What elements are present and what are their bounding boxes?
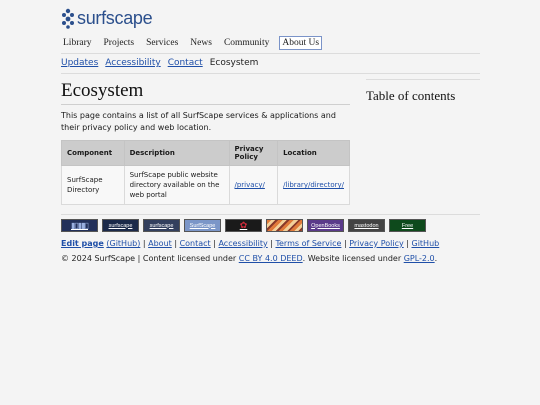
city-badge[interactable]: ▮▯▮▮▯ bbox=[61, 219, 98, 232]
header-description: Description bbox=[123, 140, 230, 166]
footer-github[interactable]: GitHub bbox=[412, 239, 440, 248]
cell-description: SurfScape public website directory avail… bbox=[123, 165, 230, 205]
header-privacy-policy: Privacy Policy bbox=[228, 140, 279, 166]
subnav-accessibility[interactable]: Accessibility bbox=[105, 58, 160, 68]
table-header-row: Component Description Privacy Policy Loc… bbox=[61, 140, 350, 166]
surfscape-badge-2[interactable]: surfscape bbox=[143, 219, 180, 232]
header-divider bbox=[61, 53, 480, 54]
subnav-current: Ecosystem bbox=[209, 58, 259, 68]
nav-projects[interactable]: Projects bbox=[102, 36, 137, 50]
logo-icon bbox=[62, 8, 74, 29]
nav-services[interactable]: Services bbox=[144, 36, 180, 50]
main-nav: Library Projects Services News Community… bbox=[61, 36, 330, 50]
gpl-license-link[interactable]: GPL-2.0 bbox=[404, 254, 435, 263]
nav-about-us[interactable]: About Us bbox=[279, 36, 323, 50]
flower-badge[interactable]: ✿ bbox=[225, 219, 262, 232]
page-title: Ecosystem bbox=[61, 80, 144, 101]
cell-location: /library/directory/ bbox=[277, 165, 350, 205]
subnav-contact[interactable]: Contact bbox=[168, 58, 203, 68]
footer-links: Edit page (GitHub) | About | Contact | A… bbox=[61, 239, 440, 248]
mastodon-badge[interactable]: mastodon bbox=[348, 219, 385, 232]
location-link[interactable]: /library/directory/ bbox=[283, 181, 344, 189]
subnav-updates[interactable]: Updates bbox=[61, 58, 98, 68]
nav-news[interactable]: News bbox=[188, 36, 214, 50]
badge-label: mastodon bbox=[354, 222, 379, 229]
badge-label: SurfScape bbox=[189, 222, 216, 229]
footer-contact[interactable]: Contact bbox=[180, 239, 211, 248]
toc-title: Table of contents bbox=[366, 88, 456, 103]
copy-prefix: © 2024 SurfScape | Content licensed unde… bbox=[61, 254, 239, 263]
surfscape-badge-1[interactable]: surfscape bbox=[102, 219, 139, 232]
nav-community[interactable]: Community bbox=[222, 36, 271, 50]
openbooks-badge[interactable]: OpenBooks bbox=[307, 219, 344, 232]
copy-middle: . Website licensed under bbox=[302, 254, 404, 263]
sub-nav: Updates Accessibility Contact Ecosystem bbox=[61, 58, 258, 68]
edit-page-link[interactable]: Edit page bbox=[61, 239, 104, 248]
badge-label: surfscape bbox=[108, 222, 133, 229]
services-table: Component Description Privacy Policy Loc… bbox=[61, 140, 350, 205]
footer-privacy[interactable]: Privacy Policy bbox=[349, 239, 404, 248]
badge-label: surfscape bbox=[149, 222, 174, 229]
flower-icon: ✿ bbox=[239, 220, 248, 230]
table-row: SurfScape Directory SurfScape public web… bbox=[61, 165, 350, 205]
stripes-badge[interactable] bbox=[266, 219, 303, 232]
site-logo[interactable]: surfscape bbox=[61, 6, 153, 30]
title-divider bbox=[61, 104, 350, 105]
surfscape-badge-3[interactable]: SurfScape bbox=[184, 219, 221, 232]
edit-github-link[interactable]: (GitHub) bbox=[106, 239, 140, 248]
cc-license-link[interactable]: CC BY 4.0 DEED bbox=[239, 254, 303, 263]
footer-about[interactable]: About bbox=[148, 239, 172, 248]
footer-accessibility[interactable]: Accessibility bbox=[218, 239, 267, 248]
intro-text: This page contains a list of all SurfSca… bbox=[61, 111, 336, 132]
badge-row: ▮▯▮▮▯ surfscape surfscape SurfScape ✿ OpenBoo… bbox=[61, 219, 430, 232]
badge-label: Free bbox=[401, 222, 414, 229]
free-badge[interactable]: Free bbox=[389, 219, 426, 232]
cell-component: SurfScape Directory bbox=[61, 165, 125, 205]
footer-divider bbox=[61, 214, 480, 215]
footer-terms[interactable]: Terms of Service bbox=[275, 239, 341, 248]
privacy-link[interactable]: /privacy/ bbox=[235, 181, 265, 189]
copy-suffix: . bbox=[434, 254, 438, 263]
badge-label: OpenBooks bbox=[311, 222, 340, 229]
copyright: © 2024 SurfScape | Content licensed unde… bbox=[61, 254, 437, 263]
nav-library[interactable]: Library bbox=[61, 36, 94, 50]
logo-text: surfscape bbox=[77, 7, 153, 28]
skyline-icon: ▮▯▮▮▯ bbox=[70, 221, 89, 230]
header-location: Location bbox=[277, 140, 350, 166]
cell-privacy: /privacy/ bbox=[228, 165, 279, 205]
subnav-divider bbox=[61, 73, 480, 74]
table-of-contents: Table of contents bbox=[366, 79, 480, 104]
header-component: Component bbox=[61, 140, 125, 166]
